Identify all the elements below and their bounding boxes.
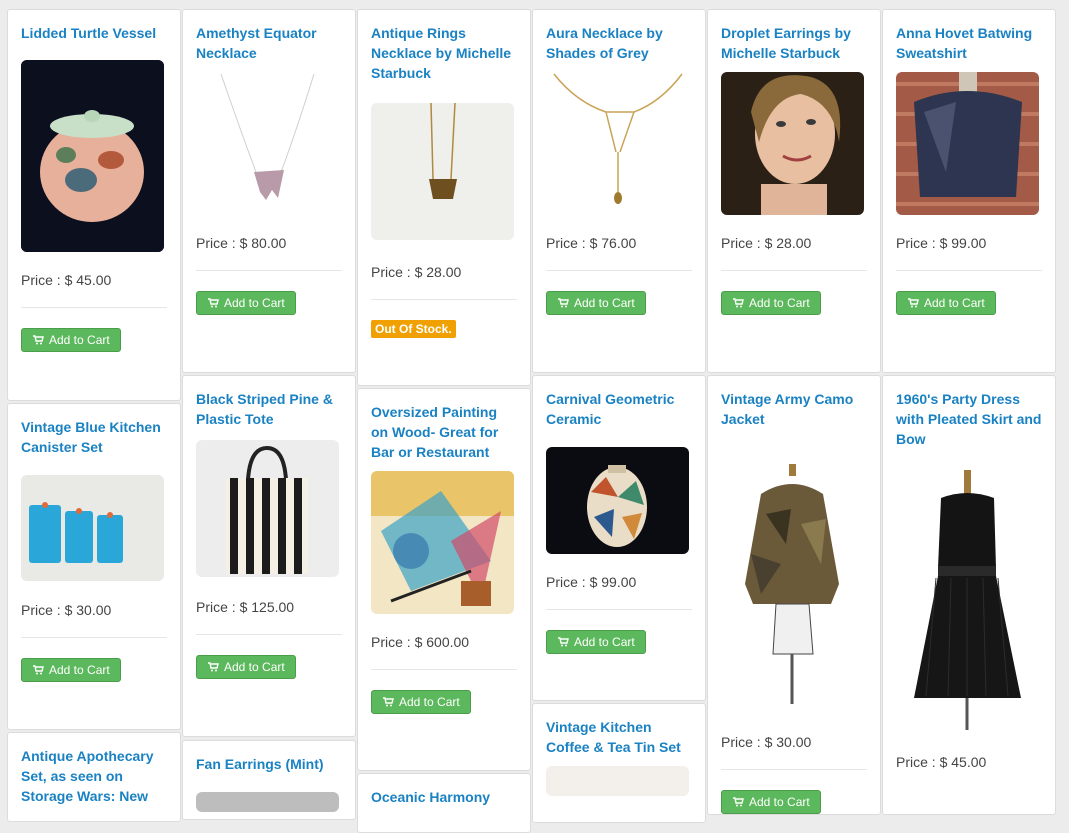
product-card: Oceanic Harmony — [357, 773, 531, 833]
add-to-cart-button[interactable]: Add to Cart — [546, 630, 646, 654]
product-title-link[interactable]: Amethyst Equator Necklace — [196, 23, 342, 63]
divider — [371, 299, 517, 300]
product-image[interactable] — [21, 475, 164, 581]
product-title-link[interactable]: Antique Rings Necklace by Michelle Starb… — [371, 23, 517, 83]
product-title-link[interactable]: 1960's Party Dress with Pleated Skirt an… — [896, 389, 1042, 449]
divider — [721, 270, 867, 271]
product-card: Vintage Army Camo Jacket Price : $ 30.00… — [707, 375, 881, 815]
product-card: Vintage Blue Kitchen Canister Set Price … — [7, 403, 181, 730]
product-price: Price : $ 125.00 — [196, 599, 295, 615]
divider — [546, 270, 692, 271]
product-title-link[interactable]: Carnival Geometric Ceramic — [546, 389, 692, 429]
cart-icon — [33, 665, 44, 675]
divider — [546, 609, 692, 610]
product-image[interactable] — [721, 454, 864, 714]
product-card: Anna Hovet Batwing Sweatshirt Price : $ … — [882, 9, 1056, 373]
product-title-link[interactable]: Vintage Army Camo Jacket — [721, 389, 867, 429]
product-card: Aura Necklace by Shades of Grey Price : … — [532, 9, 706, 373]
product-title-link[interactable]: Fan Earrings (Mint) — [196, 754, 342, 774]
cart-icon — [208, 298, 219, 308]
product-image[interactable] — [546, 72, 689, 215]
add-to-cart-button[interactable]: Add to Cart — [896, 291, 996, 315]
product-image[interactable] — [196, 72, 339, 215]
product-image[interactable] — [21, 60, 164, 252]
product-price: Price : $ 76.00 — [546, 235, 637, 251]
product-price: Price : $ 30.00 — [21, 602, 112, 618]
product-price: Price : $ 45.00 — [896, 754, 987, 770]
product-image[interactable] — [896, 72, 1039, 215]
product-title-link[interactable]: Vintage Kitchen Coffee & Tea Tin Set — [546, 717, 692, 757]
cart-icon — [208, 662, 219, 672]
product-card: Oversized Painting on Wood- Great for Ba… — [357, 388, 531, 771]
product-title-link[interactable]: Oceanic Harmony — [371, 787, 517, 807]
product-price: Price : $ 99.00 — [896, 235, 987, 251]
product-title-link[interactable]: Aura Necklace by Shades of Grey — [546, 23, 692, 63]
product-card: Fan Earrings (Mint) — [182, 740, 356, 820]
product-card: Vintage Kitchen Coffee & Tea Tin Set — [532, 703, 706, 823]
product-image[interactable] — [721, 72, 864, 215]
product-card: 1960's Party Dress with Pleated Skirt an… — [882, 375, 1056, 815]
divider — [21, 307, 167, 308]
add-to-cart-button[interactable]: Add to Cart — [196, 291, 296, 315]
cart-icon — [733, 797, 744, 807]
product-image[interactable] — [546, 766, 689, 796]
product-card: Droplet Earrings by Michelle Starbuck Pr… — [707, 9, 881, 373]
divider — [196, 634, 342, 635]
product-title-link[interactable]: Droplet Earrings by Michelle Starbuck — [721, 23, 867, 63]
add-to-cart-button[interactable]: Add to Cart — [21, 658, 121, 682]
product-image[interactable] — [546, 447, 689, 554]
product-price: Price : $ 28.00 — [721, 235, 812, 251]
cart-icon — [33, 335, 44, 345]
product-card: Antique Apothecary Set, as seen on Stora… — [7, 732, 181, 822]
add-to-cart-button[interactable]: Add to Cart — [371, 690, 471, 714]
product-title-link[interactable]: Vintage Blue Kitchen Canister Set — [21, 417, 167, 457]
divider — [196, 270, 342, 271]
cart-icon — [558, 298, 569, 308]
product-image[interactable] — [371, 471, 514, 614]
product-card: Amethyst Equator Necklace Price : $ 80.0… — [182, 9, 356, 373]
add-to-cart-button[interactable]: Add to Cart — [196, 655, 296, 679]
product-price: Price : $ 45.00 — [21, 272, 112, 288]
cart-icon — [733, 298, 744, 308]
cart-icon — [383, 697, 394, 707]
product-title-link[interactable]: Anna Hovet Batwing Sweatshirt — [896, 23, 1042, 63]
product-card: Black Striped Pine & Plastic Tote Price … — [182, 375, 356, 737]
divider — [896, 270, 1042, 271]
divider — [371, 669, 517, 670]
cart-icon — [558, 637, 569, 647]
product-image[interactable] — [196, 792, 339, 812]
product-price: Price : $ 30.00 — [721, 734, 812, 750]
product-card: Carnival Geometric Ceramic Price : $ 99.… — [532, 375, 706, 701]
add-to-cart-button[interactable]: Add to Cart — [21, 328, 121, 352]
product-price: Price : $ 80.00 — [196, 235, 287, 251]
product-price: Price : $ 99.00 — [546, 574, 637, 590]
product-image[interactable] — [371, 103, 514, 240]
add-to-cart-button[interactable]: Add to Cart — [721, 291, 821, 315]
product-image[interactable] — [896, 458, 1039, 734]
product-title-link[interactable]: Antique Apothecary Set, as seen on Stora… — [21, 746, 167, 806]
cart-icon — [908, 298, 919, 308]
add-to-cart-button[interactable]: Add to Cart — [721, 790, 821, 814]
product-price: Price : $ 28.00 — [371, 264, 462, 280]
product-title-link[interactable]: Oversized Painting on Wood- Great for Ba… — [371, 402, 517, 462]
add-to-cart-button[interactable]: Add to Cart — [546, 291, 646, 315]
divider — [721, 769, 867, 770]
product-card: Antique Rings Necklace by Michelle Starb… — [357, 9, 531, 386]
product-title-link[interactable]: Black Striped Pine & Plastic Tote — [196, 389, 342, 429]
product-image[interactable] — [196, 440, 339, 577]
out-of-stock-badge: Out Of Stock. — [371, 320, 456, 338]
product-title-link[interactable]: Lidded Turtle Vessel — [21, 23, 167, 43]
product-card: Lidded Turtle Vessel Price : $ 45.00 Add… — [7, 9, 181, 401]
divider — [21, 637, 167, 638]
product-price: Price : $ 600.00 — [371, 634, 470, 650]
